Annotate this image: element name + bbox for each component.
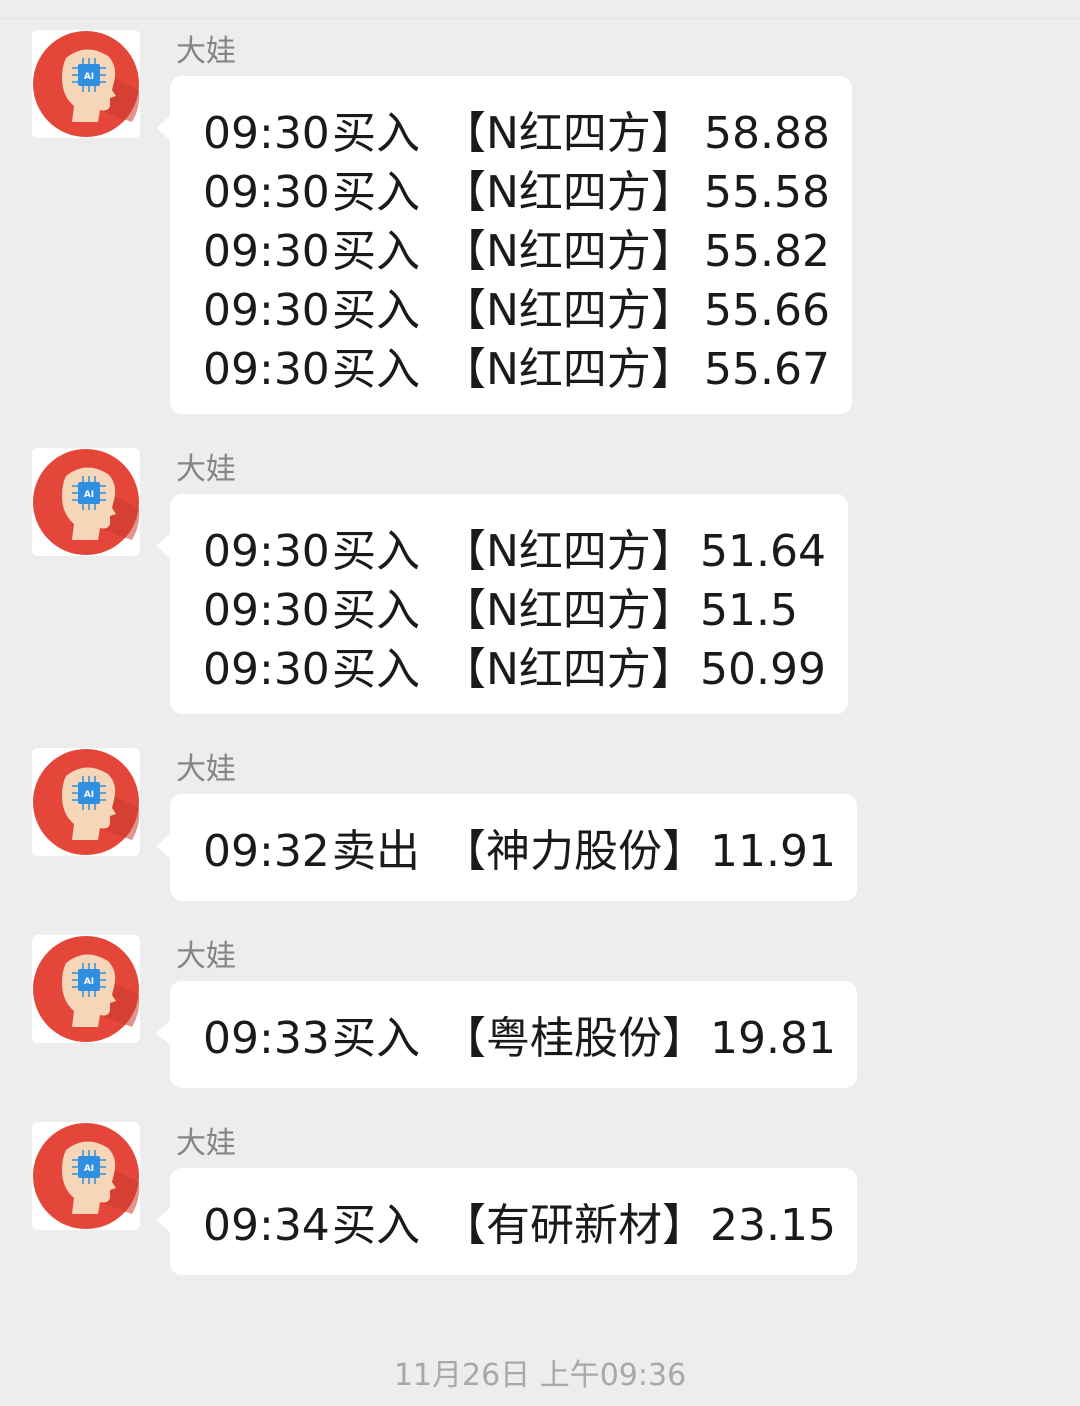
trade-line: 09:33买入 【粤桂股份】19.81 xyxy=(203,1009,836,1068)
trade-time: 09:30 xyxy=(203,644,330,695)
trade-line: 09:30买入 【N红四方】 58.88 xyxy=(203,104,830,163)
avatar-chip-label: AI xyxy=(84,72,94,82)
trade-line: 09:30买入 【N红四方】 55.58 xyxy=(203,163,830,222)
sender-avatar[interactable]: AI xyxy=(32,935,140,1043)
sender-name: 大娃 xyxy=(176,452,236,487)
trade-line: 09:32卖出 【神力股份】11.91 xyxy=(203,822,836,881)
sender-name: 大娃 xyxy=(176,34,236,69)
stock-name: 【N红四方】 xyxy=(442,226,695,277)
trade-price: 58.88 xyxy=(704,108,830,159)
stock-name: 【N红四方】 xyxy=(442,526,695,577)
trade-time: 09:32 xyxy=(203,826,330,877)
stock-name: 【粤桂股份】 xyxy=(442,1013,706,1064)
trade-time: 09:30 xyxy=(203,344,330,395)
stock-name: 【神力股份】 xyxy=(442,826,706,877)
trade-action: 买入 xyxy=(332,285,420,336)
sender-avatar[interactable]: AI xyxy=(32,448,140,556)
avatar-chip-label: AI xyxy=(84,1164,94,1174)
avatar-chip-label: AI xyxy=(84,490,94,500)
trade-time: 09:30 xyxy=(203,226,330,277)
trade-action: 买入 xyxy=(332,585,420,636)
ai-head-avatar-icon: AI xyxy=(33,749,140,855)
sender-name: 大娃 xyxy=(176,752,236,787)
trade-action: 买入 xyxy=(332,167,420,218)
ai-head-avatar-icon: AI xyxy=(33,449,140,555)
trade-line: 09:30买入 【N红四方】 55.82 xyxy=(203,222,830,281)
stock-name: 【N红四方】 xyxy=(442,167,695,218)
trade-action: 买入 xyxy=(332,344,420,395)
sender-avatar[interactable]: AI xyxy=(32,30,140,138)
sender-avatar[interactable]: AI xyxy=(32,748,140,856)
chat-timestamp: 11月26日 上午09:36 xyxy=(393,1358,687,1393)
trade-action: 买入 xyxy=(332,1200,420,1251)
stock-name: 【有研新材】 xyxy=(442,1200,706,1251)
trade-time: 09:30 xyxy=(203,526,330,577)
trade-price: 55.82 xyxy=(704,226,830,277)
ai-head-avatar-icon: AI xyxy=(33,31,140,137)
stock-name: 【N红四方】 xyxy=(442,644,695,695)
trade-action: 买入 xyxy=(332,1013,420,1064)
stock-name: 【N红四方】 xyxy=(442,585,695,636)
trade-line: 09:30买入 【N红四方】 51.64 xyxy=(203,522,826,581)
trade-action: 买入 xyxy=(332,644,420,695)
trade-time: 09:30 xyxy=(203,285,330,336)
trade-price: 55.58 xyxy=(704,167,830,218)
trade-action: 买入 xyxy=(332,226,420,277)
stock-name: 【N红四方】 xyxy=(442,344,695,395)
trade-time: 09:34 xyxy=(203,1200,330,1251)
trade-price: 51.64 xyxy=(700,526,826,577)
stock-name: 【N红四方】 xyxy=(442,108,695,159)
avatar-chip-label: AI xyxy=(84,790,94,800)
trade-action: 买入 xyxy=(332,526,420,577)
sender-avatar[interactable]: AI xyxy=(32,1122,140,1230)
ai-head-avatar-icon: AI xyxy=(33,936,140,1042)
message-bubble[interactable]: 09:32卖出 【神力股份】11.91 xyxy=(156,794,857,901)
trade-line: 09:34买入 【有研新材】23.15 xyxy=(203,1196,836,1255)
message-bubble[interactable]: 09:33买入 【粤桂股份】19.81 xyxy=(156,981,857,1088)
trade-line: 09:30买入 【N红四方】 55.66 xyxy=(203,281,830,340)
trade-price: 51.5 xyxy=(700,585,798,636)
ai-head-avatar-icon: AI xyxy=(33,1123,140,1229)
avatar-chip-label: AI xyxy=(84,977,94,987)
trade-price: 55.67 xyxy=(704,344,830,395)
trade-action: 买入 xyxy=(332,108,420,159)
message-bubble[interactable]: 09:30买入 【N红四方】 51.64 09:30买入 【N红四方】 51.5 09:… xyxy=(156,494,848,714)
sender-name: 大娃 xyxy=(176,1126,236,1161)
trade-price: 55.66 xyxy=(704,285,830,336)
trade-time: 09:30 xyxy=(203,167,330,218)
trade-price: 50.99 xyxy=(700,644,826,695)
trade-time: 09:33 xyxy=(203,1013,330,1064)
message-bubble[interactable]: 09:34买入 【有研新材】23.15 xyxy=(156,1168,857,1275)
message-bubble[interactable]: 09:30买入 【N红四方】 58.88 09:30买入 【N红四方】 55.58 09… xyxy=(156,76,852,414)
stock-name: 【N红四方】 xyxy=(442,285,695,336)
trade-line: 09:30买入 【N红四方】 51.5 xyxy=(203,581,815,640)
trade-price: 19.81 xyxy=(710,1013,836,1064)
top-divider xyxy=(0,18,1080,19)
sender-name: 大娃 xyxy=(176,939,236,974)
trade-price: 23.15 xyxy=(710,1200,836,1251)
trade-price: 11.91 xyxy=(710,826,836,877)
trade-time: 09:30 xyxy=(203,108,330,159)
trade-line: 09:30买入 【N红四方】 55.67 xyxy=(203,340,830,399)
trade-time: 09:30 xyxy=(203,585,330,636)
trade-line: 09:30买入 【N红四方】 50.99 xyxy=(203,640,826,699)
trade-action: 卖出 xyxy=(332,826,420,877)
